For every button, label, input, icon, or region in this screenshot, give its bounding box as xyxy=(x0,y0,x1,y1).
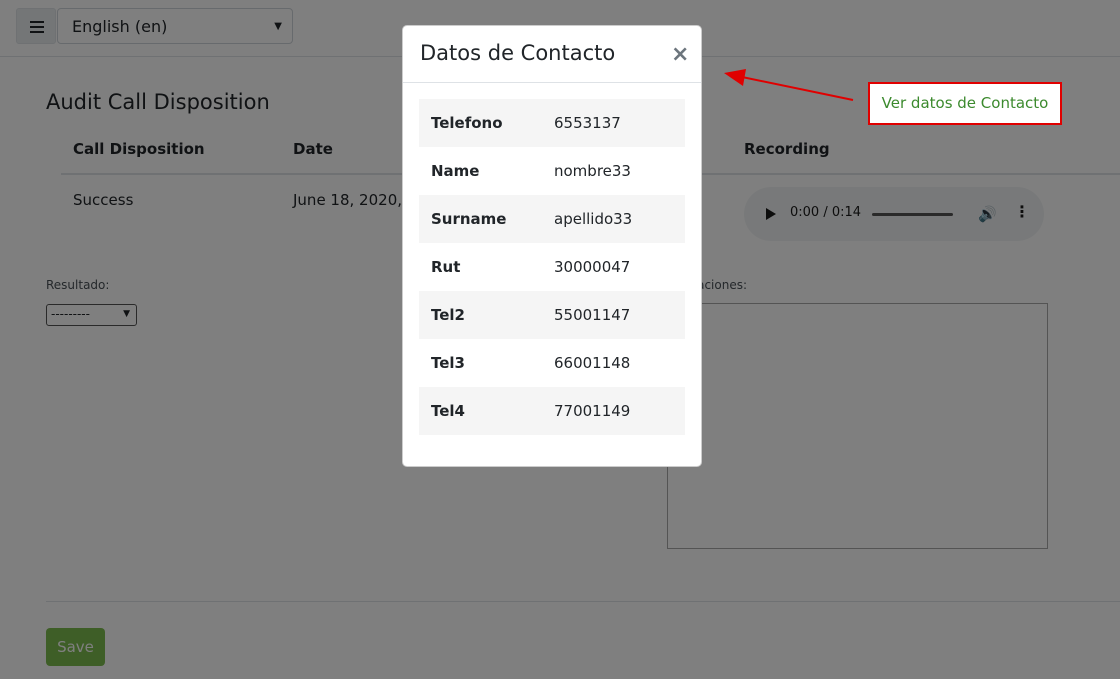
arrow-line xyxy=(741,76,854,101)
arrow-head xyxy=(724,69,746,86)
annotation-arrow-icon xyxy=(724,69,854,101)
